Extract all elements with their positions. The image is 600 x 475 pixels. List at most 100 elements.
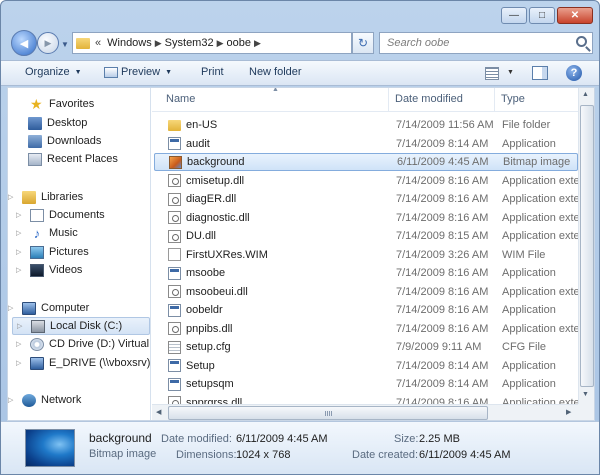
vertical-scrollbar[interactable]: ▲ ▼ <box>578 88 594 404</box>
breadcrumb-system32[interactable]: System32 <box>165 37 214 49</box>
sidebar-item-computer[interactable]: ▷ Computer <box>8 299 89 317</box>
new-folder-button[interactable]: New folder <box>249 66 302 78</box>
vertical-scroll-thumb[interactable] <box>580 105 594 387</box>
views-dropdown-icon[interactable]: ▼ <box>507 69 514 76</box>
back-button[interactable]: ◀ <box>11 30 37 56</box>
expand-arrow-icon[interactable]: ▷ <box>8 193 18 201</box>
preview-button[interactable]: Preview ▼ <box>104 66 172 78</box>
recent-pages-dropdown[interactable]: ▼ <box>61 40 69 49</box>
file-type: Application <box>502 267 556 279</box>
folder-icon <box>76 37 90 49</box>
expand-arrow-icon[interactable]: ▷ <box>16 359 26 367</box>
organize-button[interactable]: Organize ▼ <box>25 66 82 78</box>
scroll-down-icon[interactable]: ▼ <box>582 391 589 398</box>
file-row[interactable]: audit 7/14/2009 8:14 AM Application <box>154 135 578 153</box>
file-type: Application exter <box>502 193 578 205</box>
details-pane: background Bitmap image Date modified: 6… <box>1 421 599 474</box>
forward-button[interactable]: ▶ <box>37 32 59 54</box>
sidebar-item-desktop[interactable]: Desktop <box>28 114 87 132</box>
file-row[interactable]: en-US 7/14/2009 11:56 AM File folder <box>154 116 578 134</box>
file-date-modified: 7/14/2009 8:15 AM <box>396 230 489 242</box>
file-row[interactable]: msoobe 7/14/2009 8:16 AM Application <box>154 264 578 282</box>
minimize-button[interactable]: — <box>501 7 527 24</box>
breadcrumb-separator-icon[interactable]: ▶ <box>155 38 162 49</box>
libraries-icon <box>22 190 36 204</box>
file-thumbnail <box>25 429 75 467</box>
sidebar-item-favorites[interactable]: ▷ ★ Favorites <box>8 95 94 113</box>
sidebar-item-downloads[interactable]: Downloads <box>28 132 101 150</box>
preview-pane-icon[interactable] <box>532 66 548 80</box>
file-row[interactable]: DU.dll 7/14/2009 8:15 AM Application exter <box>154 227 578 245</box>
file-row[interactable]: background 6/11/2009 4:45 AM Bitmap image <box>154 153 578 171</box>
application-icon <box>168 377 181 391</box>
details-file-name: background <box>89 431 152 445</box>
scroll-left-icon[interactable]: ◀ <box>156 408 161 416</box>
file-row[interactable]: setupsqm 7/14/2009 8:14 AM Application <box>154 375 578 393</box>
sidebar-label: Desktop <box>47 117 88 129</box>
address-bar[interactable]: « Windows ▶ System32 ▶ oobe ▶ <box>72 32 352 54</box>
file-type: WIM File <box>502 248 546 261</box>
column-divider[interactable] <box>494 88 495 112</box>
file-row[interactable]: cmisetup.dll 7/14/2009 8:16 AM Application… <box>154 172 578 190</box>
file-type: Application <box>502 137 556 150</box>
file-row[interactable]: setup.cfg 7/9/2009 9:11 AM CFG File <box>154 338 578 356</box>
file-row[interactable]: pnpibs.dll 7/14/2009 8:16 AM Application e… <box>154 320 578 338</box>
file-row[interactable]: oobeldr 7/14/2009 8:16 AM Application <box>154 301 578 319</box>
sidebar-item-music[interactable]: ▷ ♪ Music <box>16 224 78 242</box>
sidebar-item-libraries[interactable]: ▷ Libraries <box>8 188 83 206</box>
sidebar-item-network[interactable]: ▷ Network <box>8 391 81 409</box>
expand-arrow-icon[interactable]: ▷ <box>16 229 26 237</box>
breadcrumb-separator-icon[interactable]: ▶ <box>217 38 224 49</box>
horizontal-scroll-thumb[interactable] <box>168 406 488 420</box>
sidebar-item-recent-places[interactable]: Recent Places <box>28 150 118 168</box>
file-row[interactable]: FirstUXRes.WIM 7/14/2009 3:26 AM WIM File <box>154 246 578 264</box>
file-row[interactable]: diagER.dll 7/14/2009 8:16 AM Application e… <box>154 190 578 208</box>
column-divider[interactable] <box>388 88 389 112</box>
file-row[interactable]: diagnostic.dll 7/14/2009 8:16 AM Applicati… <box>154 209 578 227</box>
help-icon[interactable]: ? <box>566 65 582 81</box>
file-row[interactable]: Setup 7/14/2009 8:14 AM Application <box>154 357 578 375</box>
expand-arrow-icon[interactable]: ▷ <box>16 248 26 256</box>
file-date-modified: 7/14/2009 8:14 AM <box>396 378 489 390</box>
file-name: DU.dll <box>186 230 216 242</box>
file-date-modified: 7/14/2009 8:16 AM <box>396 267 489 279</box>
file-date-modified: 7/14/2009 8:16 AM <box>396 193 489 205</box>
star-icon: ★ <box>30 95 43 112</box>
column-header-date-modified[interactable]: Date modified <box>395 93 463 105</box>
preview-label: Preview <box>121 66 161 78</box>
change-view-icon[interactable] <box>485 67 499 80</box>
expand-arrow-icon[interactable]: ▷ <box>8 396 18 404</box>
expand-arrow-icon[interactable]: ▷ <box>16 211 26 219</box>
expand-arrow-icon[interactable]: ▷ <box>16 266 26 274</box>
scroll-right-icon[interactable]: ▶ <box>566 408 571 416</box>
maximize-button[interactable]: □ <box>529 7 555 24</box>
expand-arrow-icon[interactable]: ▷ <box>16 340 26 348</box>
refresh-button[interactable]: ↻ <box>352 32 374 54</box>
dll-icon <box>168 174 181 187</box>
column-header-type[interactable]: Type <box>501 93 525 105</box>
column-header-name[interactable]: Name <box>166 93 195 105</box>
sidebar-label: Local Disk (C:) <box>50 320 123 332</box>
navigation-bar: ◀ ▶ ▼ « Windows ▶ System32 ▶ oobe ▶ ↻ Se… <box>1 29 599 59</box>
sidebar-item-documents[interactable]: ▷ Documents <box>16 206 105 224</box>
expand-arrow-icon[interactable]: ▷ <box>8 304 18 312</box>
videos-icon <box>30 263 44 277</box>
scroll-up-icon[interactable]: ▲ <box>582 91 589 98</box>
sidebar-label: Favorites <box>49 98 95 110</box>
horizontal-scrollbar[interactable]: ◀ ▶ <box>152 404 578 420</box>
sidebar-item-pictures[interactable]: ▷ Pictures <box>16 243 89 261</box>
expand-arrow-icon[interactable]: ▷ <box>17 322 27 330</box>
organize-label: Organize <box>25 66 70 78</box>
file-row[interactable]: msoobeui.dll 7/14/2009 8:16 AM Application… <box>154 283 578 301</box>
breadcrumb-oobe[interactable]: oobe <box>227 37 251 49</box>
sidebar-item-cd-drive[interactable]: ▷ CD Drive (D:) Virtual <box>16 335 149 353</box>
breadcrumb-windows[interactable]: Windows <box>107 37 152 49</box>
sidebar-item-videos[interactable]: ▷ Videos <box>16 261 82 279</box>
close-button[interactable]: ✕ <box>557 7 593 24</box>
print-button[interactable]: Print <box>201 66 224 78</box>
address-overflow-chevron[interactable]: « <box>95 37 101 49</box>
breadcrumb-separator-icon[interactable]: ▶ <box>254 38 261 49</box>
sidebar-item-network-drive[interactable]: ▷ E_DRIVE (\\vboxsrv) <box>16 354 150 372</box>
sidebar-item-local-disk[interactable]: ▷ Local Disk (C:) <box>12 317 150 335</box>
search-input[interactable]: Search oobe <box>379 32 593 54</box>
